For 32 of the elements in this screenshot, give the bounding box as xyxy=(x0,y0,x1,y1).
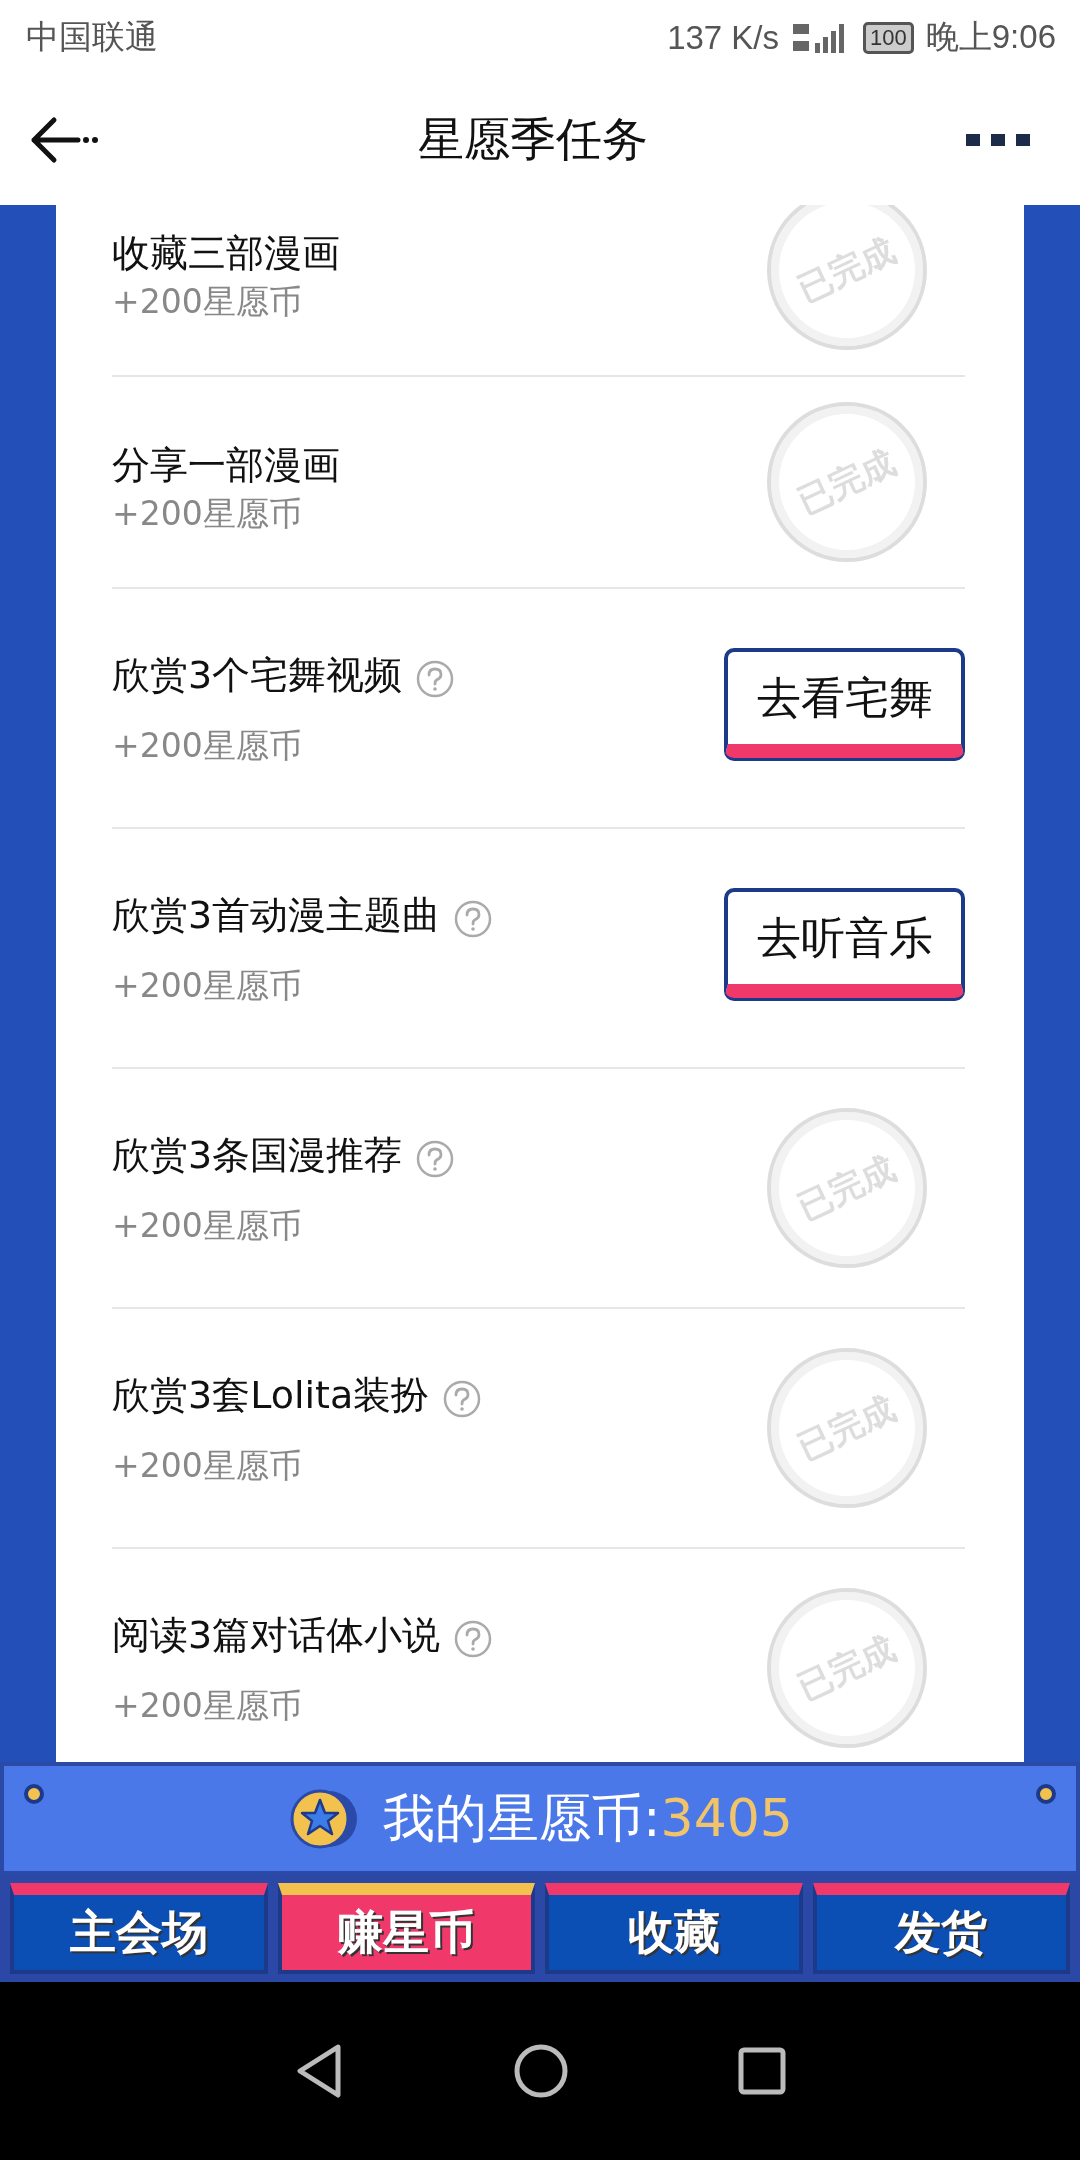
page-title: 星愿季任务 xyxy=(418,111,648,168)
task-title: 欣赏3套Lolita装扮 xyxy=(112,1372,430,1419)
coin-balance: 我的星愿币:3405 xyxy=(383,1786,793,1850)
tab[interactable]: 收藏 xyxy=(545,1883,803,1974)
task-button[interactable]: 去听音乐 xyxy=(724,888,965,998)
task-reward: +200星愿币 xyxy=(112,1685,303,1727)
tab[interactable]: 主会场 xyxy=(10,1883,268,1974)
carrier-name: 中国联通 xyxy=(26,17,158,57)
rivet xyxy=(1036,1784,1056,1804)
home-nav-icon[interactable] xyxy=(514,2044,568,2098)
task-reward: +200星愿币 xyxy=(112,493,303,535)
rivet xyxy=(24,1784,44,1804)
clock: 晚上9:06 xyxy=(925,17,1056,57)
recents-nav-icon[interactable] xyxy=(738,2047,786,2095)
task-title: 分享一部漫画 xyxy=(112,442,340,489)
task-title: 欣赏3首动漫主题曲 xyxy=(112,892,441,939)
task-title: 收藏三部漫画 xyxy=(112,230,340,277)
task-reward: +200星愿币 xyxy=(112,1445,303,1487)
task-reward: +200星愿币 xyxy=(112,965,303,1007)
task-reward: +200星愿币 xyxy=(112,1205,303,1247)
more-icon[interactable] xyxy=(966,132,1030,148)
battery-indicator: 100 xyxy=(863,21,914,54)
task-title: 欣赏3个宅舞视频 xyxy=(112,652,403,699)
task-title: 阅读3篇对话体小说 xyxy=(112,1612,441,1659)
tab[interactable]: 发货 xyxy=(812,1883,1070,1974)
back-nav-icon[interactable] xyxy=(294,2043,344,2099)
tab[interactable]: 赚星币 xyxy=(277,1883,535,1974)
task-reward: +200星愿币 xyxy=(112,281,303,323)
task-title: 欣赏3条国漫推荐 xyxy=(112,1132,403,1179)
task-button[interactable]: 去看宅舞 xyxy=(724,648,965,758)
network-speed: 137 K/s xyxy=(667,18,780,57)
task-reward: +200星愿币 xyxy=(112,725,303,767)
